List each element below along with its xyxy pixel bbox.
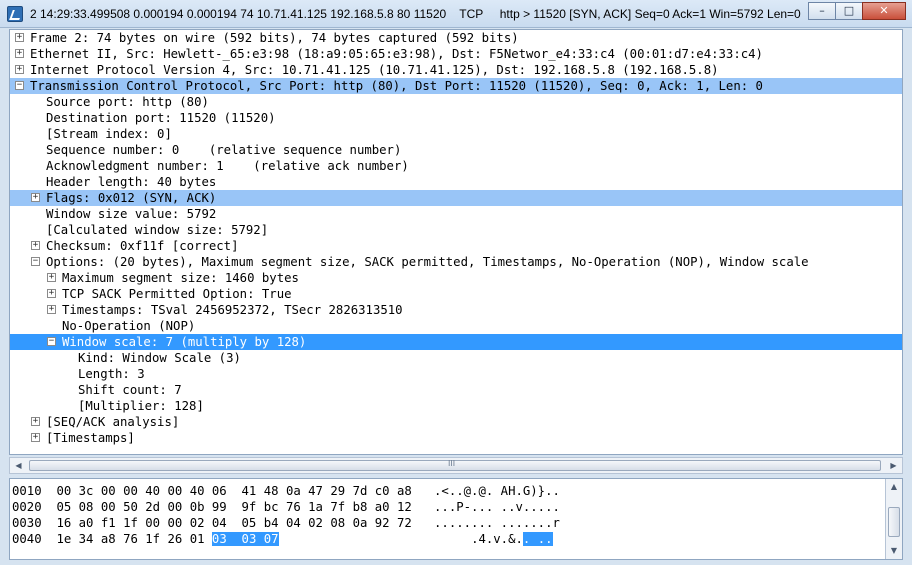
expand-icon[interactable]: + xyxy=(47,273,56,282)
hex-row-0010[interactable]: 0010 00 3c 00 00 40 00 40 06 41 48 0a 47… xyxy=(12,483,560,499)
tree-row-options[interactable]: − Options: (20 bytes), Maximum segment si… xyxy=(10,254,902,270)
hex-ascii-highlight: . .. xyxy=(522,532,553,546)
wireshark-icon xyxy=(7,6,23,22)
hex-bytes: 16 a0 f1 1f 00 00 02 04 05 b4 04 02 08 0… xyxy=(56,516,412,530)
hex-offset: 0020 xyxy=(12,500,42,514)
expand-icon[interactable]: + xyxy=(15,65,24,74)
tree-row-ipv4[interactable]: + Internet Protocol Version 4, Src: 10.71… xyxy=(10,62,902,78)
hex-row-0030[interactable]: 0030 16 a0 f1 1f 00 00 02 04 05 b4 04 02… xyxy=(12,515,560,531)
expand-icon[interactable]: + xyxy=(31,241,40,250)
grip-icon: III xyxy=(448,459,456,468)
tree-row-flags[interactable]: + Flags: 0x012 (SYN, ACK) xyxy=(10,190,902,206)
tree-row-sack-permitted[interactable]: + TCP SACK Permitted Option: True xyxy=(10,286,902,302)
expand-icon[interactable]: + xyxy=(47,305,56,314)
hex-ascii: ...P-... ..v..... xyxy=(434,500,560,514)
tree-row-ethernet[interactable]: + Ethernet II, Src: Hewlett-_65:e3:98 (18… xyxy=(10,46,902,62)
vertical-scrollbar[interactable]: ▲ ▼ xyxy=(885,479,902,559)
collapse-icon[interactable]: − xyxy=(31,257,40,266)
tree-row-timestamps-option[interactable]: + Timestamps: TSval 2456952372, TSecr 282… xyxy=(10,302,902,318)
tree-row-kind[interactable]: Kind: Window Scale (3) xyxy=(10,350,902,366)
expand-icon[interactable]: + xyxy=(31,193,40,202)
hex-row-0020[interactable]: 0020 05 08 00 50 2d 00 0b 99 9f bc 76 1a… xyxy=(12,499,560,515)
collapse-icon[interactable]: − xyxy=(47,337,56,346)
scroll-up-icon[interactable]: ▲ xyxy=(886,479,902,495)
window-controls: – □ ✕ xyxy=(808,2,906,20)
packet-details-pane[interactable]: + Frame 2: 74 bytes on wire (592 bits), 7… xyxy=(9,29,903,455)
tree-row-header-length[interactable]: Header length: 40 bytes xyxy=(10,174,902,190)
maximize-button[interactable]: □ xyxy=(835,2,863,20)
tree-row-frame[interactable]: + Frame 2: 74 bytes on wire (592 bits), 7… xyxy=(10,30,902,46)
scroll-right-icon[interactable]: ▶ xyxy=(885,458,902,473)
expand-icon[interactable]: + xyxy=(15,33,24,42)
tree-row-shift-count[interactable]: Shift count: 7 xyxy=(10,382,902,398)
hex-ascii: ........ .......r xyxy=(434,516,560,530)
expand-icon[interactable]: + xyxy=(31,433,40,442)
tree-row-window-scale[interactable]: − Window scale: 7 (multiply by 128) xyxy=(10,334,902,350)
tree-row-destination-port[interactable]: Destination port: 11520 (11520) xyxy=(10,110,902,126)
hex-offset: 0030 xyxy=(12,516,42,530)
vertical-scroll-thumb[interactable] xyxy=(888,507,900,537)
tree-row-sequence-number[interactable]: Sequence number: 0 (relative sequence nu… xyxy=(10,142,902,158)
close-button[interactable]: ✕ xyxy=(862,2,906,20)
tree-row-timestamps[interactable]: + [Timestamps] xyxy=(10,430,902,446)
minimize-button[interactable]: – xyxy=(808,2,836,20)
expand-icon[interactable]: + xyxy=(47,289,56,298)
tree-row-tcp[interactable]: − Transmission Control Protocol, Src Port… xyxy=(10,78,902,94)
hex-bytes: 05 08 00 50 2d 00 0b 99 9f bc 76 1a 7f b… xyxy=(56,500,412,514)
tree-row-ack-number[interactable]: Acknowledgment number: 1 (relative ack n… xyxy=(10,158,902,174)
tree-row-checksum[interactable]: + Checksum: 0xf11f [correct] xyxy=(10,238,902,254)
horizontal-scroll-thumb[interactable]: III xyxy=(29,459,881,471)
tree-row-calculated-window[interactable]: [Calculated window size: 5792] xyxy=(10,222,902,238)
hex-bytes: 1e 34 a8 76 1f 26 01 xyxy=(56,532,212,546)
scroll-down-icon[interactable]: ▼ xyxy=(886,543,902,559)
hex-ascii: .4.v.&. xyxy=(471,532,523,546)
tree-row-length[interactable]: Length: 3 xyxy=(10,366,902,382)
hex-bytes-highlight: 03 03 07 xyxy=(211,532,279,546)
tree-row-source-port[interactable]: Source port: http (80) xyxy=(10,94,902,110)
tree-row-stream-index[interactable]: [Stream index: 0] xyxy=(10,126,902,142)
tree-row-mss[interactable]: + Maximum segment size: 1460 bytes xyxy=(10,270,902,286)
scroll-left-icon[interactable]: ◀ xyxy=(10,458,27,473)
title-bar: 2 14:29:33.499508 0.000194 0.000194 74 1… xyxy=(0,0,912,28)
tree-row-multiplier[interactable]: [Multiplier: 128] xyxy=(10,398,902,414)
expand-icon[interactable]: + xyxy=(31,417,40,426)
hex-offset: 0010 xyxy=(12,484,42,498)
hex-row-0040[interactable]: 0040 1e 34 a8 76 1f 26 01 03 03 07 .4.v.… xyxy=(12,531,553,547)
hex-offset: 0040 xyxy=(12,532,42,546)
window-title: 2 14:29:33.499508 0.000194 0.000194 74 1… xyxy=(30,7,801,21)
collapse-icon[interactable]: − xyxy=(15,81,24,90)
horizontal-scrollbar[interactable]: ◀ III ▶ xyxy=(9,457,903,474)
tree-row-seq-ack-analysis[interactable]: + [SEQ/ACK analysis] xyxy=(10,414,902,430)
tree-row-nop[interactable]: No-Operation (NOP) xyxy=(10,318,902,334)
expand-icon[interactable]: + xyxy=(15,49,24,58)
hex-ascii: .<..@.@. AH.G)}.. xyxy=(434,484,560,498)
tree-row-window-size[interactable]: Window size value: 5792 xyxy=(10,206,902,222)
packet-bytes-pane[interactable]: 0010 00 3c 00 00 40 00 40 06 41 48 0a 47… xyxy=(9,478,903,560)
hex-bytes: 00 3c 00 00 40 00 40 06 41 48 0a 47 29 7… xyxy=(56,484,412,498)
